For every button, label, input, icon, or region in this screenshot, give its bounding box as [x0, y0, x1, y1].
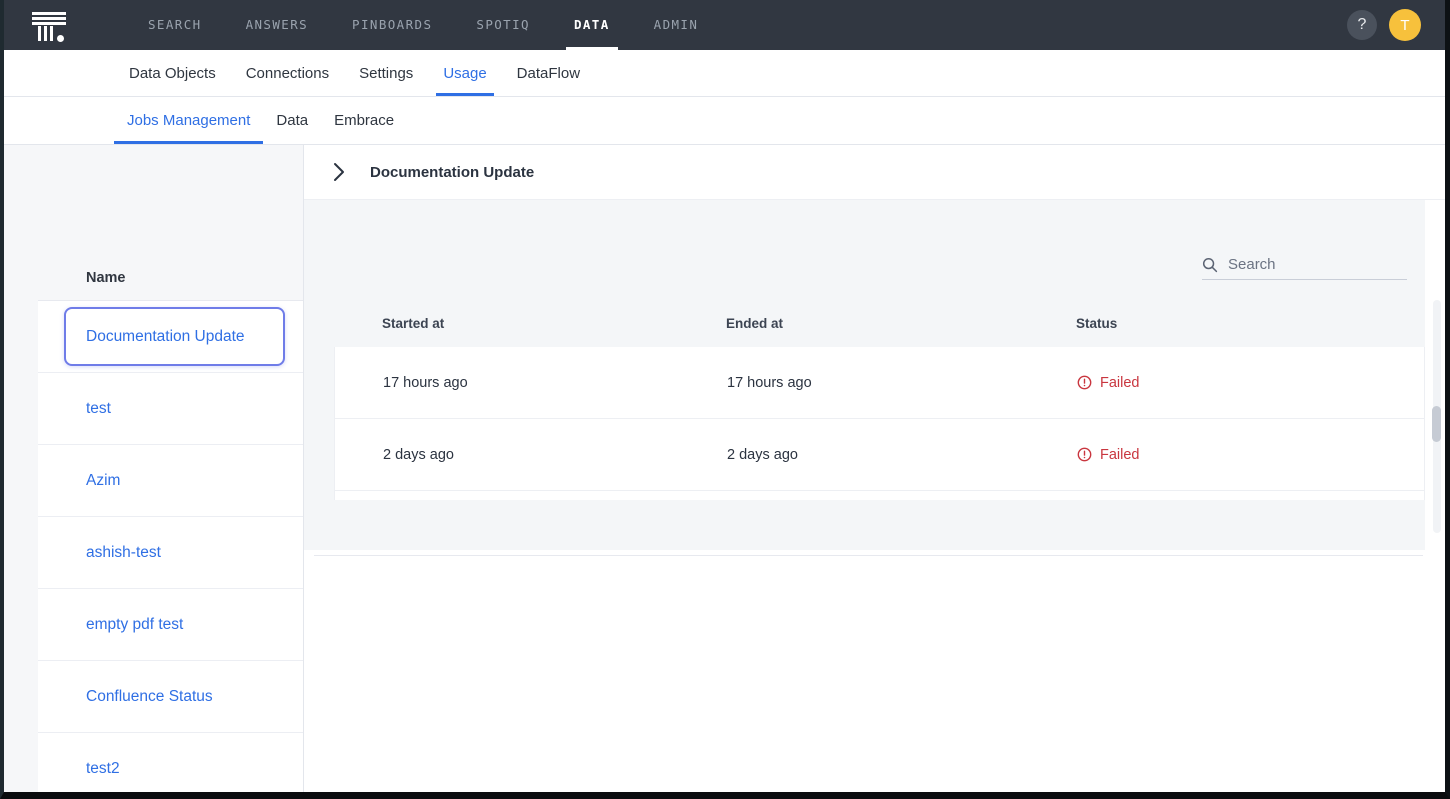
app-window: SEARCH ANSWERS PINBOARDS SPOTIQ DATA ADM… — [0, 0, 1450, 799]
chevron-right-icon[interactable] — [326, 159, 352, 185]
cell-ended-at: 17 hours ago — [727, 374, 812, 391]
scrollbar-thumb[interactable] — [1432, 406, 1441, 442]
search-input[interactable] — [1228, 256, 1407, 273]
sidebar-column-header: Name — [4, 255, 303, 300]
sidebar-item-label: Azim — [86, 471, 121, 489]
subnav-item-usage[interactable]: Usage — [428, 50, 501, 96]
section-divider — [314, 555, 1423, 556]
column-header-status: Status — [1076, 316, 1118, 331]
tab-embrace[interactable]: Embrace — [321, 97, 407, 144]
nav-item-search[interactable]: SEARCH — [126, 0, 224, 50]
subnav-item-dataflow[interactable]: DataFlow — [502, 50, 595, 96]
sidebar-item-label: Confluence Status — [86, 687, 213, 705]
tertiary-tabbar: Jobs Management Data Embrace — [4, 97, 1445, 145]
avatar[interactable]: T — [1389, 9, 1421, 41]
status-label: Failed — [1100, 374, 1140, 391]
sidebar-item-label: test2 — [86, 759, 120, 777]
sidebar-item-label: test — [86, 399, 111, 417]
sidebar-item-confluence-status[interactable]: Confluence Status — [38, 661, 303, 733]
status-label: Failed — [1100, 446, 1140, 463]
nav-item-admin[interactable]: ADMIN — [632, 0, 721, 50]
thoughtspot-logo-icon[interactable] — [24, 5, 74, 45]
tab-jobs-management[interactable]: Jobs Management — [114, 97, 264, 144]
primary-navbar: SEARCH ANSWERS PINBOARDS SPOTIQ DATA ADM… — [4, 0, 1445, 50]
table-row[interactable]: 17 hours ago 17 hours ago Failed — [334, 347, 1425, 419]
cell-ended-at: 2 days ago — [727, 446, 798, 463]
search-icon — [1202, 257, 1218, 272]
sidebar-item-empty-pdf-test[interactable]: empty pdf test — [38, 589, 303, 661]
tab-data[interactable]: Data — [263, 97, 321, 144]
status-badge: Failed — [1077, 447, 1424, 463]
sidebar-item-documentation-update[interactable]: Documentation Update — [38, 301, 303, 373]
table-row[interactable]: 2 days ago 2 days ago Failed — [334, 419, 1425, 491]
sidebar-item-label: ashish-test — [86, 543, 161, 561]
primary-nav-items: SEARCH ANSWERS PINBOARDS SPOTIQ DATA ADM… — [126, 0, 720, 50]
help-icon[interactable]: ? — [1347, 10, 1377, 40]
sidebar-item-test[interactable]: test — [38, 373, 303, 445]
main-panel: Documentation Update Started at — [304, 145, 1445, 792]
secondary-navbar: Data Objects Connections Settings Usage … — [4, 50, 1445, 97]
cell-started-at: 17 hours ago — [383, 374, 468, 391]
job-detail-header: Documentation Update — [304, 145, 1445, 200]
subnav-item-data-objects[interactable]: Data Objects — [114, 50, 231, 96]
sidebar-item-azim[interactable]: Azim — [38, 445, 303, 517]
column-header-started-at: Started at — [382, 316, 445, 331]
sidebar-item-test2[interactable]: test2 — [38, 733, 303, 792]
jobs-runs-table: Started at Ended at Status 17 hours ago … — [334, 300, 1425, 500]
sidebar-item-label: empty pdf test — [86, 615, 184, 633]
nav-item-pinboards[interactable]: PINBOARDS — [330, 0, 454, 50]
navbar-right-actions: ? T — [1347, 0, 1421, 50]
cell-started-at: 2 days ago — [383, 446, 454, 463]
table-row[interactable] — [334, 491, 1425, 500]
search-box[interactable] — [1202, 250, 1407, 280]
error-circle-icon — [1077, 375, 1092, 390]
table-header-row: Started at Ended at Status — [334, 300, 1425, 347]
job-detail-body: Started at Ended at Status 17 hours ago … — [304, 200, 1445, 792]
nav-item-data[interactable]: DATA — [552, 0, 632, 50]
page-title: Documentation Update — [370, 163, 535, 181]
content-area: Name Documentation Update test Azim ashi… — [4, 145, 1445, 792]
sidebar-list: Documentation Update test Azim ashish-te… — [38, 300, 303, 792]
subnav-item-connections[interactable]: Connections — [231, 50, 344, 96]
sidebar-item-ashish-test[interactable]: ashish-test — [38, 517, 303, 589]
column-header-ended-at: Ended at — [726, 316, 784, 331]
sidebar-item-label: Documentation Update — [86, 327, 245, 345]
status-badge: Failed — [1077, 375, 1424, 391]
subnav-item-settings[interactable]: Settings — [344, 50, 428, 96]
nav-item-spotiq[interactable]: SPOTIQ — [454, 0, 552, 50]
sidebar: Name Documentation Update test Azim ashi… — [4, 145, 304, 792]
nav-item-answers[interactable]: ANSWERS — [224, 0, 330, 50]
error-circle-icon — [1077, 447, 1092, 462]
search-container — [1202, 250, 1407, 280]
